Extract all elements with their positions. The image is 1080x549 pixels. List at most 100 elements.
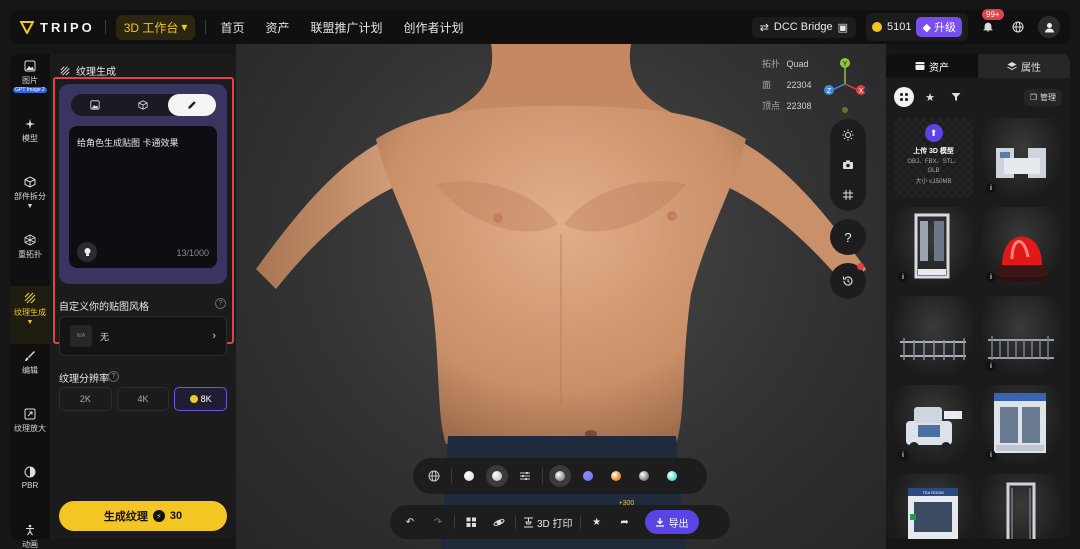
material-iridescent[interactable] [577,465,599,487]
nav-home[interactable]: 首页 [220,19,244,36]
asset-tile[interactable]: i [894,207,973,286]
3d-print-button[interactable]: 3D 打印 [520,510,576,534]
filter-all-button[interactable] [894,87,914,107]
info-icon[interactable]: i [986,361,996,371]
history-button[interactable] [830,263,866,299]
tab-image-input[interactable] [71,94,119,116]
language-button[interactable] [1008,17,1028,37]
axis-gizmo[interactable]: Y Z X [820,54,870,114]
favorite-button[interactable]: ★ [585,510,609,534]
credits-display[interactable]: 5101 ◆ 升级 [866,13,968,41]
history-alert-dot [857,263,864,270]
orbit-button[interactable] [487,510,511,534]
help-icon[interactable]: ? [108,371,119,382]
material-settings-button[interactable] [514,465,536,487]
material-white[interactable] [458,465,480,487]
tripo-logo-icon [20,21,34,34]
rail-item-edit[interactable]: 编辑 [10,344,50,402]
image-icon [24,60,36,72]
tab-assets[interactable]: 资产 [886,54,978,78]
tab-model-input[interactable] [119,94,167,116]
asset-tile[interactable] [894,296,973,375]
tab-text-input[interactable] [167,94,216,116]
prompt-textarea[interactable]: 给角色生成贴图 卡通效果 13/1000 [69,126,217,268]
funnel-icon [951,93,961,101]
share-button[interactable]: +300 ➦ [613,500,637,534]
rail-item-texture[interactable]: 纹理生成 ▼ [10,286,50,344]
user-icon [1044,22,1054,32]
rail-item-part-split[interactable]: 部件拆分 ▼ [10,170,50,228]
lighting-button[interactable] [836,125,860,145]
asset-grid: ⬆ 上传 3D 模型 OBJ、FBX、STL、GLB 大小 ≤150MB i i… [894,118,1062,539]
asset-tile[interactable]: i [982,296,1061,375]
nav-creator[interactable]: 创作者计划 [404,19,464,36]
resolution-2k[interactable]: 2K [59,387,112,411]
material-gray[interactable] [549,465,571,487]
help-icon[interactable]: ? [215,298,226,309]
filter-favorites-button[interactable]: ★ [920,87,940,107]
material-teal[interactable] [661,465,683,487]
generate-cost: 30 [169,510,183,522]
texture-panel: 纹理生成 给角色生成贴图 卡通效果 13/1000 自定义你的贴图风格 ? N/… [50,54,236,539]
divider [451,468,452,484]
share-icon: ➦ [620,516,629,528]
info-icon[interactable]: i [898,450,908,460]
upgrade-label: 升级 [934,22,956,34]
asset-thumbnail-frame [1006,482,1036,539]
undo-button[interactable]: ↶ [398,510,422,534]
info-icon[interactable]: i [986,450,996,460]
material-orange[interactable] [605,465,627,487]
export-button[interactable]: 导出 [644,510,699,534]
tripo-logo[interactable]: TRIPO [20,20,95,35]
info-icon[interactable]: i [986,272,996,282]
asset-tile[interactable]: i [982,207,1061,286]
material-clay[interactable] [486,465,508,487]
rail-item-model[interactable]: 模型 [10,112,50,170]
info-icon[interactable]: i [898,272,908,282]
upgrade-button[interactable]: ◆ 升级 [916,17,962,37]
camera-icon [843,160,853,169]
asset-tile[interactable]: i [894,385,973,464]
rail-item-upscale[interactable]: 纹理放大 [10,402,50,460]
upload-model-tile[interactable]: ⬆ 上传 3D 模型 OBJ、FBX、STL、GLB 大小 ≤150MB [894,118,973,197]
dcc-bridge-button[interactable]: ⇄ DCC Bridge ▣ [751,16,856,38]
screenshot-button[interactable] [836,155,860,175]
3d-viewport[interactable]: 拓扑 Quad 面 22304 顶点 22308 Y Z X ? ↶ ↷ 3D … [236,44,886,549]
info-icon[interactable]: i [986,183,996,193]
rail-item-pbr[interactable]: PBR [10,460,50,518]
nav-affiliate[interactable]: 联盟推广计划 [310,19,382,36]
user-avatar[interactable] [1038,16,1060,38]
top-bar: TRIPO 3D 工作台 ▾ 首页 资产 联盟推广计划 创作者计划 ⇄ DCC … [10,9,1070,44]
asset-tile[interactable]: TEA ROOM [894,474,973,539]
workspace-dropdown[interactable]: 3D 工作台 ▾ [115,14,196,40]
rail-item-image[interactable]: 图片 GPT Image 2 [10,54,50,112]
rail-item-retopology[interactable]: 重拓扑 [10,228,50,286]
asset-tile[interactable]: i [982,118,1061,197]
view-tool-group [830,119,866,211]
add-part-button[interactable] [459,510,483,534]
prompt-suggestion-button[interactable] [77,242,97,262]
cube-split-icon [24,176,36,188]
wireframe-globe-button[interactable] [423,465,445,487]
resolution-4k[interactable]: 4K [116,387,170,411]
material-chrome[interactable] [633,465,655,487]
grid-toggle-button[interactable] [836,185,860,205]
style-select[interactable]: N/A 无 › [59,316,227,356]
asset-tile[interactable] [982,474,1061,539]
resolution-8k[interactable]: 8K [174,387,228,411]
filter-button[interactable] [946,87,966,107]
nav-assets[interactable]: 资产 [265,19,289,36]
gizmo-z-label: Z [827,88,832,95]
generate-texture-button[interactable]: 生成纹理 ⚡ 30 [59,501,227,531]
notifications-button[interactable]: 99+ [978,9,1004,37]
figure-icon [26,524,34,536]
asset-tile[interactable]: i [982,385,1061,464]
export-label: 导出 [668,518,689,530]
manage-button[interactable]: ❐ 管理 [1023,88,1062,106]
rail-item-animation[interactable]: 动画 [10,518,50,549]
brush-icon [25,351,35,361]
tab-properties[interactable]: 属性 [978,54,1070,78]
coin-icon [189,395,198,403]
help-button[interactable]: ? [830,219,866,255]
redo-button[interactable]: ↷ [426,510,450,534]
